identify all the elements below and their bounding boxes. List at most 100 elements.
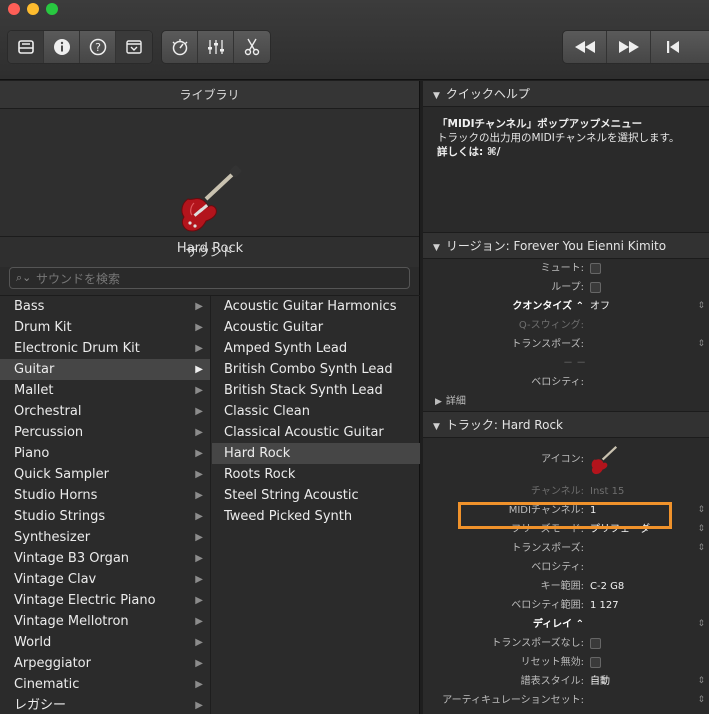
staff-style-label: 譜表スタイル:: [520, 676, 584, 687]
patch-item-label: Tweed Picked Synth: [224, 509, 353, 524]
category-item[interactable]: Drum Kit ▶: [0, 317, 210, 338]
patch-item[interactable]: Classic Clean: [212, 401, 420, 422]
category-item[interactable]: Quick Sampler ▶: [0, 464, 210, 485]
patch-item-label: Acoustic Guitar: [224, 320, 324, 335]
mute-checkbox[interactable]: [590, 263, 601, 274]
category-item[interactable]: Vintage B3 Organ ▶: [0, 548, 210, 569]
category-item[interactable]: Cinematic ▶: [0, 674, 210, 695]
patch-item-label: Classical Acoustic Guitar: [224, 425, 384, 440]
disclosure-triangle-icon: ▼: [433, 422, 440, 432]
category-item[interactable]: レガシー ▶: [0, 695, 210, 714]
category-item[interactable]: Vintage Electric Piano ▶: [0, 590, 210, 611]
patch-item[interactable]: Roots Rock: [212, 464, 420, 485]
category-item[interactable]: Studio Horns ▶: [0, 485, 210, 506]
patch-item[interactable]: British Combo Synth Lead: [212, 359, 420, 380]
track-velocity-row[interactable]: ベロシティ:: [423, 558, 709, 577]
category-item[interactable]: Orchestral ▶: [0, 401, 210, 422]
stepper-icon[interactable]: ⇕: [697, 615, 705, 634]
quick-help-icon: ?: [89, 38, 106, 56]
category-item[interactable]: Vintage Clav ▶: [0, 569, 210, 590]
track-inspector-header[interactable]: ▼ トラック: Hard Rock: [423, 412, 709, 438]
category-item-label: Orchestral: [14, 404, 82, 419]
stepper-icon[interactable]: ⇕: [697, 335, 705, 354]
region-detail-toggle[interactable]: ▶ 詳細: [423, 392, 709, 412]
patch-item[interactable]: Tweed Picked Synth: [212, 506, 420, 527]
minimize-window-button[interactable]: [27, 3, 39, 15]
patch-item[interactable]: Classical Acoustic Guitar: [212, 422, 420, 443]
region-inspector-header[interactable]: ▼ リージョン: Forever You Eienni Kimito: [423, 233, 709, 259]
track-delay-row[interactable]: ディレイ ⌃ ⇕: [423, 615, 709, 634]
track-velocity-range-row[interactable]: ベロシティ範囲: 1 127: [423, 596, 709, 615]
rewind-button[interactable]: [563, 31, 607, 63]
stepper-icon[interactable]: ⇕: [697, 691, 705, 710]
category-item[interactable]: Synthesizer ▶: [0, 527, 210, 548]
mixer-button[interactable]: [198, 31, 234, 63]
quick-help-more: 詳しくは: ⌘/: [437, 146, 501, 158]
quick-help-button[interactable]: ?: [80, 31, 116, 63]
go-to-beginning-icon: [667, 41, 679, 53]
patch-item-label: British Combo Synth Lead: [224, 362, 393, 377]
category-item-label: Mallet: [14, 383, 54, 398]
stepper-icon[interactable]: ⇕: [697, 539, 705, 558]
track-key-range-row[interactable]: キー範囲: C-2 G8: [423, 577, 709, 596]
category-item[interactable]: Percussion ▶: [0, 422, 210, 443]
track-properties: アイコン: チャンネル: Inst 15 MIDIチャンネル: 1 ⇕ フリーズモード…: [423, 438, 709, 710]
patch-item[interactable]: Acoustic Guitar Harmonics: [212, 296, 420, 317]
category-item[interactable]: Guitar ▶: [0, 359, 210, 380]
track-articulation-row[interactable]: アーティキュレーションセット: ⇕: [423, 691, 709, 710]
no-reset-label: リセット無効:: [520, 657, 584, 668]
go-to-beginning-button[interactable]: [651, 31, 695, 63]
patch-item[interactable]: Steel String Acoustic: [212, 485, 420, 506]
key-range-value[interactable]: C-2 G8: [590, 577, 624, 596]
smart-controls-button[interactable]: [162, 31, 198, 63]
no-reset-checkbox[interactable]: [590, 657, 601, 668]
category-item[interactable]: Arpeggiator ▶: [0, 653, 210, 674]
chevron-right-icon: ▶: [195, 448, 203, 459]
zoom-window-button[interactable]: [46, 3, 58, 15]
close-window-button[interactable]: [8, 3, 20, 15]
chevron-right-icon: ▶: [195, 511, 203, 522]
toolbar-button[interactable]: [116, 31, 152, 63]
patch-item[interactable]: Amped Synth Lead: [212, 338, 420, 359]
category-item[interactable]: Vintage Mellotron ▶: [0, 611, 210, 632]
patch-item-label: British Stack Synth Lead: [224, 383, 383, 398]
track-transpose-row[interactable]: トランスポーズ: ⇕: [423, 539, 709, 558]
region-quantize-row[interactable]: クオンタイズ ⌃ オフ ⇕: [423, 297, 709, 316]
library-icon: [17, 40, 34, 54]
quick-help-header[interactable]: ▼ クイックヘルプ: [423, 81, 709, 107]
patch-item[interactable]: British Stack Synth Lead: [212, 380, 420, 401]
category-item[interactable]: Studio Strings ▶: [0, 506, 210, 527]
velocity-range-value[interactable]: 1 127: [590, 596, 619, 615]
no-transpose-checkbox[interactable]: [590, 638, 601, 649]
category-item[interactable]: Bass ▶: [0, 296, 210, 317]
electric-guitar-icon[interactable]: [589, 444, 619, 476]
patch-item[interactable]: Acoustic Guitar: [212, 317, 420, 338]
category-item[interactable]: Piano ▶: [0, 443, 210, 464]
stepper-icon[interactable]: ⇕: [697, 501, 705, 520]
patch-item[interactable]: Hard Rock: [212, 443, 420, 464]
category-item[interactable]: Electronic Drum Kit ▶: [0, 338, 210, 359]
category-item[interactable]: Mallet ▶: [0, 380, 210, 401]
stepper-icon[interactable]: ⇕: [697, 520, 705, 539]
category-item[interactable]: World ▶: [0, 632, 210, 653]
editors-button[interactable]: [234, 31, 270, 63]
region-transpose-row[interactable]: トランスポーズ: ⇕: [423, 335, 709, 354]
library-button[interactable]: [8, 31, 44, 63]
staff-style-popup[interactable]: 自動: [590, 672, 610, 691]
fast-forward-icon: [618, 41, 639, 53]
stepper-icon[interactable]: ⇕: [697, 672, 705, 691]
loop-checkbox[interactable]: [590, 282, 601, 293]
fast-forward-button[interactable]: [607, 31, 651, 63]
quantize-value[interactable]: オフ: [590, 297, 610, 316]
patch-preview: Hard Rock: [0, 109, 419, 256]
sound-search-field[interactable]: ⌕⌄ サウンドを検索: [9, 267, 410, 289]
track-no-reset-row: リセット無効:: [423, 653, 709, 672]
track-staff-style-row[interactable]: 譜表スタイル: 自動 ⇕: [423, 672, 709, 691]
delay-label: ディレイ ⌃: [532, 619, 584, 630]
stepper-icon[interactable]: ⇕: [697, 297, 705, 316]
inspector-button[interactable]: [44, 31, 80, 63]
quantize-label: クオンタイズ ⌃: [512, 301, 584, 312]
mute-label: ミュート:: [540, 263, 584, 274]
library-header: ライブラリ: [0, 81, 419, 109]
region-velocity-row[interactable]: ベロシティ:: [423, 373, 709, 392]
